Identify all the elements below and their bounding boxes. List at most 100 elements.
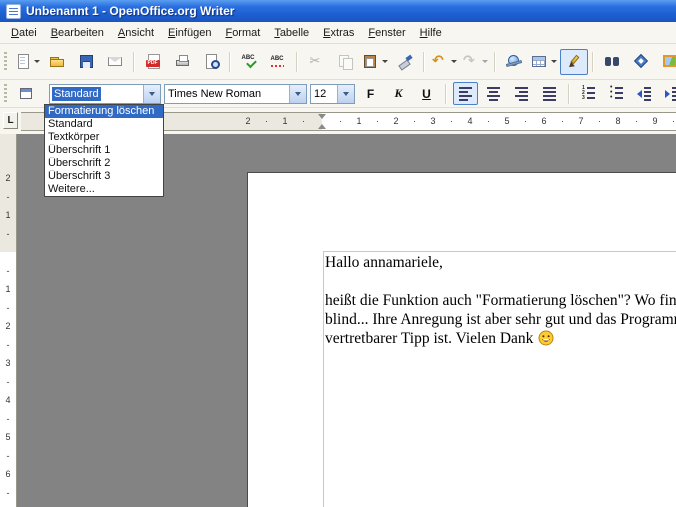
hyperlink-button[interactable] — [500, 49, 528, 75]
format-paintbrush-button[interactable] — [391, 49, 419, 75]
open-button[interactable] — [43, 49, 71, 75]
page-preview-icon — [203, 53, 220, 70]
title-bar[interactable]: Unbenannt 1 - OpenOffice.org Writer — [0, 0, 676, 22]
draw-functions-icon — [566, 53, 583, 70]
menu-datei[interactable]: Datei — [4, 24, 44, 42]
font-size-combobox[interactable]: 12 — [310, 84, 355, 104]
save-button[interactable] — [72, 49, 100, 75]
bold-icon: F — [362, 85, 379, 102]
indent-marker[interactable] — [317, 113, 327, 130]
ruler-tick: - — [7, 488, 10, 498]
ruler-tick: - — [7, 451, 10, 461]
find-replace-button[interactable] — [598, 49, 626, 75]
align-left-button[interactable] — [453, 82, 478, 105]
draw-functions-button[interactable] — [560, 49, 588, 75]
style-option--berschrift-2[interactable]: Überschrift 2 — [45, 157, 163, 170]
ruler-number: 2 — [245, 116, 250, 126]
print-icon — [174, 53, 191, 70]
menu-fenster[interactable]: Fenster — [361, 24, 412, 42]
toolbar-separator — [568, 84, 570, 104]
ruler-tick: · — [487, 116, 490, 126]
menu-extras[interactable]: Extras — [316, 24, 361, 42]
style-option--berschrift-3[interactable]: Überschrift 3 — [45, 170, 163, 183]
tab-stop-selector[interactable]: L — [3, 112, 18, 129]
toolbar-separator — [445, 84, 447, 104]
undo-dropdown-arrow[interactable] — [451, 60, 457, 63]
page-preview-button[interactable] — [197, 49, 225, 75]
align-right-button[interactable] — [509, 82, 534, 105]
styles-window-button[interactable] — [14, 82, 39, 105]
font-name-dropdown-button[interactable] — [289, 85, 306, 103]
menu-bearbeiten[interactable]: Bearbeiten — [44, 24, 111, 42]
ruler-number: 4 — [5, 395, 10, 405]
paste-button[interactable] — [360, 49, 390, 75]
spellcheck-button[interactable] — [235, 49, 263, 75]
ruler-number: 2 — [393, 116, 398, 126]
decrease-indent-button[interactable] — [632, 82, 657, 105]
toolbar-grip[interactable] — [4, 52, 7, 72]
new-document-button[interactable] — [12, 49, 42, 75]
menu-tabelle[interactable]: Tabelle — [267, 24, 316, 42]
style-option-standard[interactable]: Standard — [45, 118, 163, 131]
doc-line[interactable]: blind... Ihre Anregung ist aber sehr gut… — [325, 310, 676, 329]
style-option-formatierung-l-schen[interactable]: Formatierung löschen — [45, 105, 163, 118]
table-dropdown-arrow[interactable] — [551, 60, 557, 63]
document-as-email-button[interactable] — [101, 49, 129, 75]
paste-icon — [362, 53, 379, 70]
toolbar-grip[interactable] — [4, 84, 7, 104]
menu-ansicht[interactable]: Ansicht — [111, 24, 161, 42]
bullets-on-off-button[interactable] — [604, 82, 629, 105]
align-left-icon — [457, 85, 474, 102]
font-name-combobox[interactable]: Times New Roman — [164, 84, 307, 104]
doc-line[interactable] — [325, 272, 676, 291]
align-center-button[interactable] — [481, 82, 506, 105]
style-option--berschrift-1[interactable]: Überschrift 1 — [45, 144, 163, 157]
numbering-on-off-button[interactable] — [576, 82, 601, 105]
menu-einfgen[interactable]: Einfügen — [161, 24, 218, 42]
menu-format[interactable]: Format — [218, 24, 267, 42]
menu-hilfe[interactable]: Hilfe — [413, 24, 449, 42]
document-as-email-icon — [107, 53, 124, 70]
paragraph-style-value: Standard — [52, 87, 101, 101]
standard-toolbar — [0, 44, 676, 80]
auto-spellcheck-button[interactable] — [264, 49, 292, 75]
toolbar-separator — [423, 52, 425, 72]
print-button[interactable] — [168, 49, 196, 75]
ruler-tick: · — [635, 116, 638, 126]
table-button[interactable] — [529, 49, 559, 75]
document-page[interactable]: Hallo annamariele, heißt die Funktion au… — [247, 172, 676, 507]
paragraph-style-combobox[interactable]: Standard — [49, 84, 161, 104]
style-option-weitere-[interactable]: Weitere... — [45, 183, 163, 196]
gallery-button[interactable] — [656, 49, 676, 75]
undo-button[interactable] — [429, 49, 459, 75]
align-center-icon — [485, 85, 502, 102]
justify-button[interactable] — [537, 82, 562, 105]
ruler-number: 8 — [615, 116, 620, 126]
document-text[interactable]: Hallo annamariele, heißt die Funktion au… — [325, 253, 676, 348]
redo-dropdown-arrow[interactable] — [482, 60, 488, 63]
ruler-tick: · — [672, 116, 675, 126]
underline-button[interactable]: U — [414, 82, 439, 105]
font-size-dropdown-button[interactable] — [337, 85, 354, 103]
doc-line[interactable]: heißt die Funktion auch "Formatierung lö… — [325, 291, 676, 310]
export-pdf-button[interactable] — [139, 49, 167, 75]
toolbar-separator — [494, 52, 496, 72]
ruler-number: 6 — [5, 469, 10, 479]
doc-line[interactable]: vertretbarer Tipp ist. Vielen Dank — [325, 329, 676, 348]
export-pdf-icon — [145, 53, 162, 70]
paste-dropdown-arrow[interactable] — [382, 60, 388, 63]
increase-indent-button[interactable] — [660, 82, 676, 105]
italic-icon: K — [390, 85, 407, 102]
gallery-icon — [662, 53, 676, 70]
paragraph-style-dropdown-button[interactable] — [143, 85, 160, 103]
italic-button[interactable]: K — [386, 82, 411, 105]
styles-window-icon — [18, 85, 35, 102]
ruler-tick: - — [7, 303, 10, 313]
new-document-dropdown-arrow[interactable] — [34, 60, 40, 63]
bold-button[interactable]: F — [358, 82, 383, 105]
cut-button — [302, 49, 330, 75]
vertical-ruler[interactable]: 1-2-3-4-5-6--1-2- — [0, 134, 17, 507]
navigator-button[interactable] — [627, 49, 655, 75]
style-option-textk-rper[interactable]: Textkörper — [45, 131, 163, 144]
doc-line[interactable]: Hallo annamariele, — [325, 253, 676, 272]
